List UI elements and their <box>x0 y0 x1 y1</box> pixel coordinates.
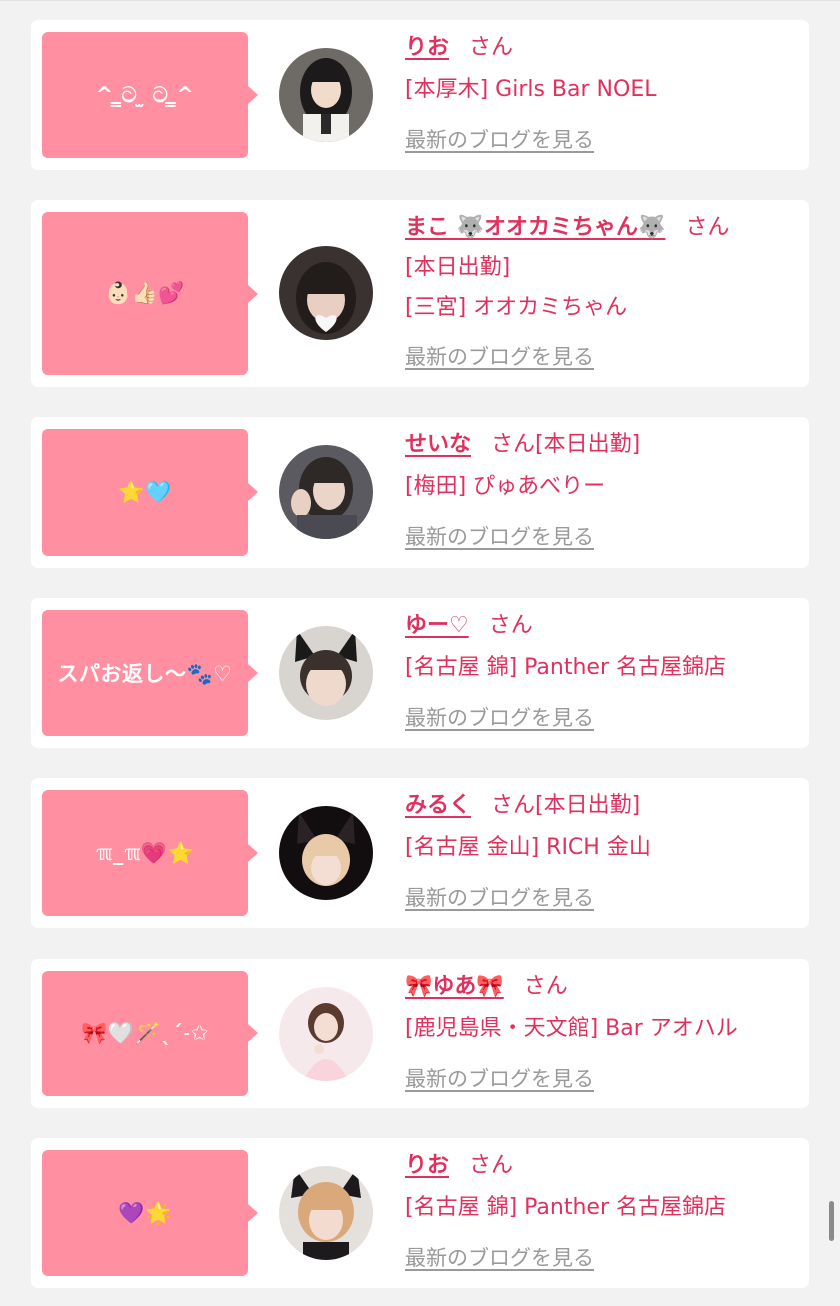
status-bubble: ^ ̳ට ̫ ට ̳^ <box>42 32 248 158</box>
shop-info: [本厚木] Girls Bar NOEL <box>405 77 657 102</box>
avatar[interactable] <box>279 1166 373 1260</box>
status-bubble: ℼ_ℼ💗⭐️ <box>42 790 248 916</box>
avatar[interactable] <box>279 48 373 142</box>
latest-blog-link[interactable]: 最新のブログを見る <box>405 886 594 910</box>
bubble-tail <box>248 664 258 682</box>
shop-info: [三宮] オオカミちゃん <box>405 295 628 320</box>
latest-blog-link[interactable]: 最新のブログを見る <box>405 1067 594 1091</box>
honorific: さん[本日出勤] <box>491 432 641 457</box>
avatar[interactable] <box>279 246 373 340</box>
avatar[interactable] <box>279 806 373 900</box>
status-bubble: 👶🏻👍🏻💕 <box>42 212 248 375</box>
girl-name-link[interactable]: まこ 🐺オオカミちゃん🐺 <box>405 215 665 240</box>
status-bubble: 💜🌟 <box>42 1150 248 1276</box>
latest-blog-link[interactable]: 最新のブログを見る <box>405 1246 594 1270</box>
girl-name-link[interactable]: 🎀ゆあ🎀 <box>405 974 504 999</box>
latest-blog-link[interactable]: 最新のブログを見る <box>405 706 594 730</box>
blog-card: スパお返し〜🐾♡ ゆー♡ さん [名古屋 錦] Panther 名古屋錦店 最新の… <box>31 598 809 748</box>
honorific: さん <box>469 35 514 60</box>
scrollbar-thumb[interactable] <box>829 1201 834 1241</box>
blog-card: ^ ̳ට ̫ ට ̳^ りお さん [本厚木] Girls Bar NOEL 最新… <box>31 20 809 170</box>
latest-blog-link[interactable]: 最新のブログを見る <box>405 525 594 549</box>
girl-name-link[interactable]: りお <box>405 1153 449 1178</box>
bubble-tail <box>248 1024 258 1042</box>
status-bubble: スパお返し〜🐾♡ <box>42 610 248 736</box>
blog-card: ⭐️🩵 せいな さん[本日出勤] [梅田] ぴゅあべりー 最新のブログを見る <box>31 417 809 568</box>
blog-card: ℼ_ℼ💗⭐️ みるく さん[本日出勤] [名古屋 金山] RICH 金山 最新のブ… <box>31 778 809 928</box>
shop-info: [名古屋 錦] Panther 名古屋錦店 <box>405 1195 726 1220</box>
shop-info: [梅田] ぴゅあべりー <box>405 474 606 499</box>
bubble-tail <box>248 1204 258 1222</box>
shop-info: [名古屋 錦] Panther 名古屋錦店 <box>405 655 726 680</box>
honorific: さん[本日出勤] <box>491 793 641 818</box>
honorific: さん <box>488 613 533 638</box>
honorific: さん <box>685 215 730 240</box>
shop-info: [鹿児島県・天文館] Bar アオハル <box>405 1016 738 1041</box>
bubble-tail <box>248 483 258 501</box>
girl-name-link[interactable]: せいな <box>405 432 471 457</box>
work-status: [本日出勤] <box>405 255 511 280</box>
avatar[interactable] <box>279 626 373 720</box>
latest-blog-link[interactable]: 最新のブログを見る <box>405 345 594 369</box>
blog-feed: ^ ̳ට ̫ ට ̳^ りお さん [本厚木] Girls Bar NOEL 最新… <box>0 0 840 1306</box>
blog-card: 👶🏻👍🏻💕 まこ 🐺オオカミちゃん🐺 さん [本日出勤] [三宮] オオカミちゃん… <box>31 200 809 387</box>
girl-name-link[interactable]: りお <box>405 35 449 60</box>
avatar[interactable] <box>279 987 373 1081</box>
bubble-tail <box>248 86 258 104</box>
avatar[interactable] <box>279 445 373 539</box>
blog-card: 💜🌟 りお さん [名古屋 錦] Panther 名古屋錦店 最新のブログを見る <box>31 1138 809 1288</box>
honorific: さん <box>523 974 568 999</box>
status-bubble: 🎀🤍🪄ˎˊ˗✩ <box>42 971 248 1096</box>
status-bubble: ⭐️🩵 <box>42 429 248 556</box>
latest-blog-link[interactable]: 最新のブログを見る <box>405 128 594 152</box>
girl-name-link[interactable]: みるく <box>405 793 471 818</box>
bubble-tail <box>248 285 258 303</box>
bubble-tail <box>248 844 258 862</box>
honorific: さん <box>469 1153 514 1178</box>
shop-info: [名古屋 金山] RICH 金山 <box>405 835 651 860</box>
blog-card: 🎀🤍🪄ˎˊ˗✩ 🎀ゆあ🎀 さん [鹿児島県・天文館] Bar アオハル 最新のブロ… <box>31 959 809 1108</box>
girl-name-link[interactable]: ゆー♡ <box>405 613 469 638</box>
